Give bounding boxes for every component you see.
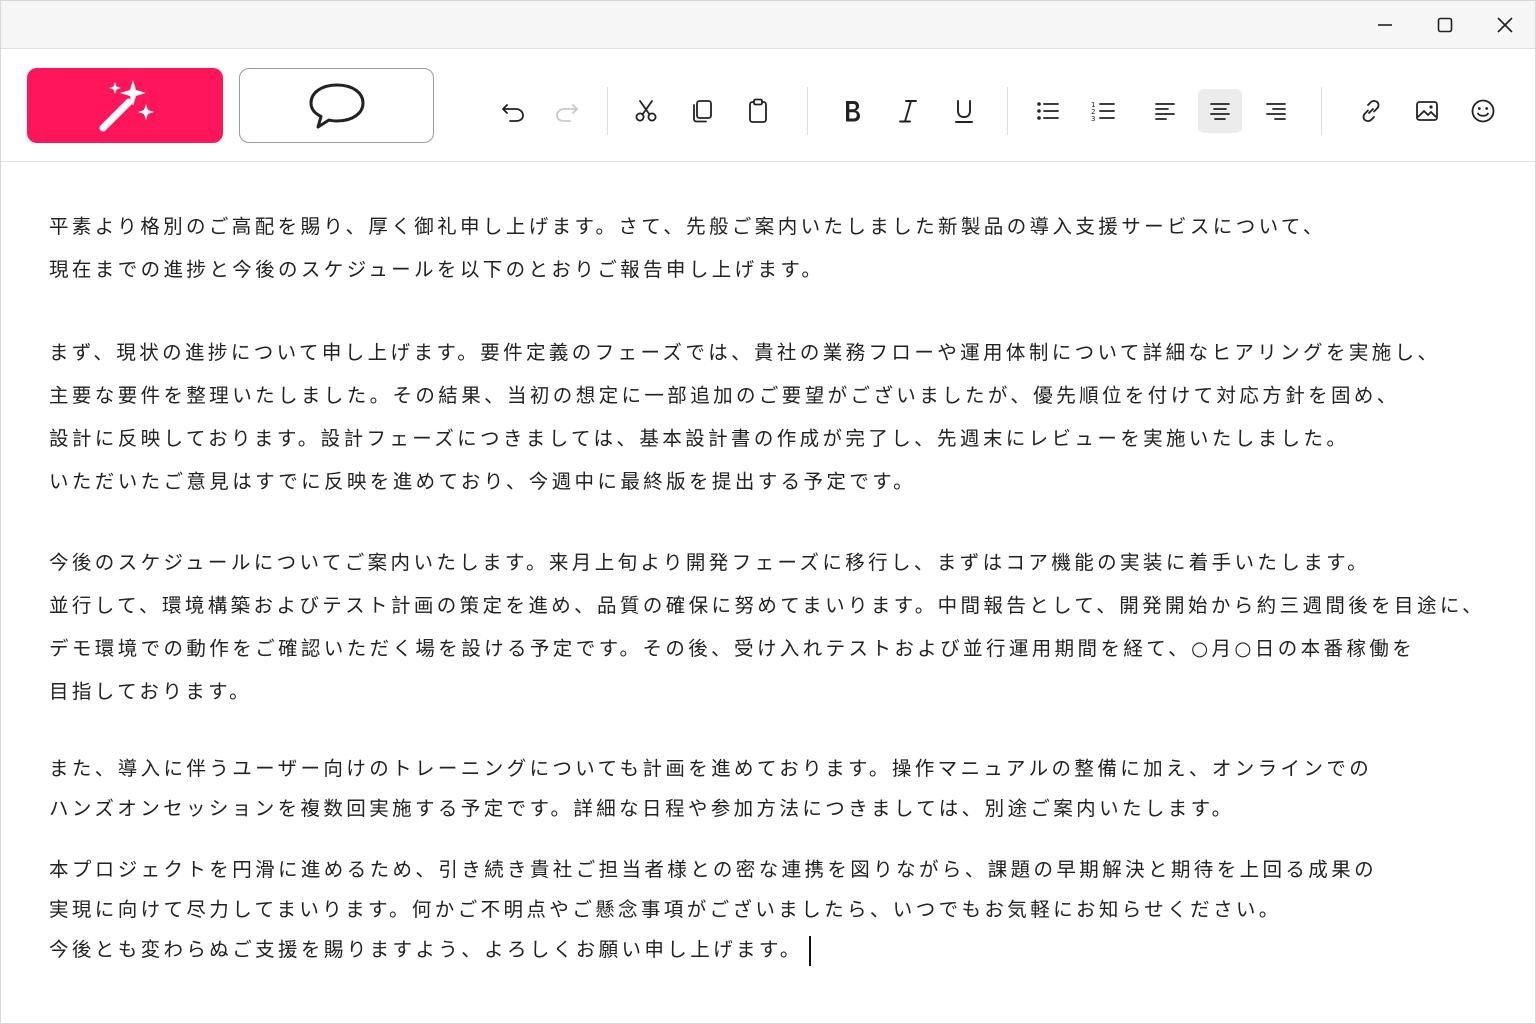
redo-icon — [556, 104, 578, 122]
italic-button[interactable] — [886, 89, 930, 133]
speech-bubble-icon — [309, 83, 364, 128]
minimize-button[interactable] — [1359, 5, 1411, 45]
toolbar-divider — [1321, 87, 1322, 135]
insert-link-button[interactable] — [1349, 89, 1393, 133]
comment-button[interactable] — [239, 68, 434, 143]
text-line: デモ環境での動作をご確認いただく場を設ける予定です。その後、受け入れテストおよび… — [49, 637, 1416, 660]
align-left-icon — [1155, 103, 1175, 120]
insert-emoji-button[interactable] — [1461, 89, 1505, 133]
scissors-icon — [635, 100, 657, 122]
last-text-line: 今後とも変わらぬご支援を賜りますよう、よろしくお願い申し上げます。 — [49, 930, 1377, 970]
align-right-button[interactable] — [1254, 89, 1298, 133]
text-line: いただいたご意見はすでに反映を進めており、今週中に最終版を提出する予定です。 — [49, 470, 917, 493]
numbered-list-icon: 123 — [1091, 101, 1115, 123]
close-button[interactable] — [1479, 5, 1531, 45]
align-right-icon — [1266, 103, 1286, 120]
underline-icon — [955, 100, 973, 123]
minimize-icon — [1378, 24, 1392, 26]
bullet-list-icon — [1037, 102, 1059, 120]
bullet-list-button[interactable] — [1026, 89, 1070, 133]
bold-button[interactable] — [830, 89, 874, 133]
text-line: 実現に向けて尽力してまいります。何かご不明点やご懸念事項がございましたら、いつで… — [49, 898, 1282, 921]
bold-icon — [846, 101, 860, 122]
title-bar — [1, 1, 1535, 49]
text-cursor — [808, 935, 811, 966]
ai-assist-button[interactable] — [27, 68, 223, 143]
numbered-list-button[interactable]: 123 — [1082, 89, 1126, 133]
underline-button[interactable] — [942, 89, 986, 133]
text-line: 主要な要件を整理いたしました。その結果、当初の想定に一部追加のご要望がございまし… — [49, 384, 1400, 407]
text-line: 現在までの進捗と今後のスケジュールを以下のとおりご報告申し上げます。 — [49, 258, 825, 281]
toolbar-divider — [807, 87, 808, 135]
toolbar-divider — [607, 87, 608, 135]
cut-button[interactable] — [624, 89, 668, 133]
undo-button[interactable] — [491, 89, 535, 133]
text-line: また、導入に伴うユーザー向けのトレーニングについても計画を進めております。操作マ… — [49, 757, 1373, 780]
paste-button[interactable] — [736, 89, 780, 133]
text-line: まず、現状の進捗について申し上げます。要件定義のフェーズでは、貴社の業務フローや… — [49, 341, 1441, 364]
paragraph: 本プロジェクトを円滑に進めるため、引き続き貴社ご担当者様との密な連携を図りながら… — [49, 850, 1377, 970]
link-icon — [1362, 99, 1380, 123]
text-line: 並行して、環境構築およびテスト計画の策定を進め、品質の確保に努めてまいります。中… — [49, 594, 1486, 617]
align-center-button[interactable] — [1198, 89, 1242, 133]
image-icon — [1416, 101, 1438, 121]
copy-button[interactable] — [680, 89, 724, 133]
close-icon — [1497, 17, 1513, 33]
paragraph: まず、現状の進捗について申し上げます。要件定義のフェーズでは、貴社の業務フローや… — [49, 331, 1440, 503]
magic-wand-icon — [99, 79, 154, 131]
svg-text:3: 3 — [1091, 115, 1095, 123]
clipboard-icon — [749, 98, 767, 123]
text-line: 平素より格別のご高配を賜り、厚く御礼申し上げます。さて、先般ご案内いたしました新… — [49, 215, 1326, 238]
paragraph: また、導入に伴うユーザー向けのトレーニングについても計画を進めております。操作マ… — [49, 749, 1372, 829]
maximize-icon — [1437, 17, 1453, 33]
redo-button[interactable] — [545, 89, 589, 133]
emoji-icon — [1471, 99, 1495, 123]
maximize-button[interactable] — [1419, 5, 1471, 45]
undo-icon — [502, 104, 524, 122]
editor-window: 123 平素より格別のご高配を賜り、厚く御礼申し上げます。さて、先般ご案内いたし… — [0, 0, 1536, 1024]
align-left-button[interactable] — [1143, 89, 1187, 133]
text-line: 今後のスケジュールについてご案内いたします。来月上旬より開発フェーズに移行し、ま… — [49, 551, 1370, 574]
align-center-icon — [1210, 103, 1230, 120]
italic-icon — [899, 100, 917, 123]
paragraph: 今後のスケジュールについてご案内いたします。来月上旬より開発フェーズに移行し、ま… — [49, 541, 1485, 713]
text-line: 設計に反映しております。設計フェーズにつきましては、基本設計書の作成が完了し、先… — [49, 427, 1350, 450]
insert-image-button[interactable] — [1405, 89, 1449, 133]
text-line: 本プロジェクトを円滑に進めるため、引き続き貴社ご担当者様との密な連携を図りながら… — [49, 858, 1378, 881]
text-line: ハンズオンセッションを複数回実施する予定です。詳細な日程や参加方法につきましては… — [49, 797, 1235, 820]
text-line-content: 今後とも変わらぬご支援を賜りますよう、よろしくお願い申し上げます。 — [49, 938, 803, 961]
paragraph: 平素より格別のご高配を賜り、厚く御礼申し上げます。さて、先般ご案内いたしました新… — [49, 205, 1326, 291]
document-editor[interactable]: 平素より格別のご高配を賜り、厚く御礼申し上げます。さて、先般ご案内いたしました新… — [1, 163, 1535, 1023]
copy-icon — [693, 100, 712, 123]
text-line: 目指しております。 — [49, 680, 252, 703]
formatting-toolbar: 123 — [1, 49, 1535, 162]
toolbar-divider — [1007, 87, 1008, 135]
